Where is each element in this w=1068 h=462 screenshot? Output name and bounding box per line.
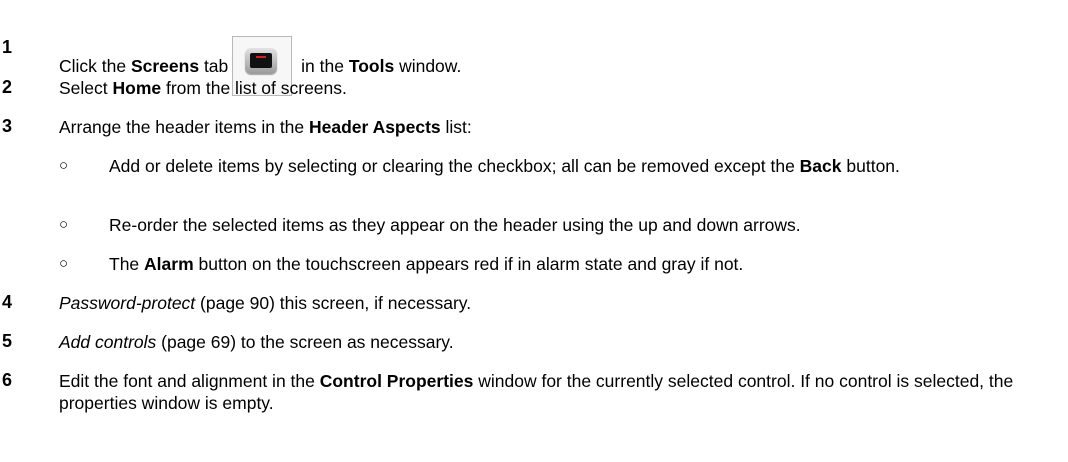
bullet-icon: ○ bbox=[59, 216, 69, 233]
ui-term: Screens bbox=[130, 56, 200, 76]
cross-reference-link[interactable]: Add controls bbox=[59, 332, 156, 352]
bullet-icon: ○ bbox=[59, 255, 69, 272]
bullet-text: Add or delete items by selecting or clea… bbox=[109, 156, 900, 176]
step-number: 6 bbox=[2, 370, 13, 390]
step-text: Select Home from the list of screens. bbox=[59, 78, 347, 98]
step-text: Add controls (page 69) to the screen as … bbox=[59, 332, 454, 352]
ui-term: Control Properties bbox=[319, 371, 474, 391]
step-number: 1 bbox=[2, 37, 13, 57]
step-text: Edit the font and alignment in the Contr… bbox=[59, 371, 1014, 413]
bullet-text: The Alarm button on the touchscreen appe… bbox=[109, 254, 744, 274]
step-text: Arrange the header items in the Header A… bbox=[59, 117, 472, 137]
step-number: 4 bbox=[2, 292, 13, 312]
ui-term: Back bbox=[799, 156, 842, 176]
step-text: Password-protect (page 90) this screen, … bbox=[59, 293, 472, 313]
step-number: 3 bbox=[2, 116, 13, 136]
ui-term: Tools bbox=[348, 56, 395, 76]
step-number: 2 bbox=[2, 77, 13, 97]
ui-term: Home bbox=[112, 78, 162, 98]
bullet-icon: ○ bbox=[59, 157, 69, 174]
bullet-text: Re-order the selected items as they appe… bbox=[109, 215, 801, 235]
ui-term: Header Aspects bbox=[309, 117, 441, 137]
step-number: 5 bbox=[2, 331, 13, 351]
ui-term: Alarm bbox=[144, 254, 194, 274]
cross-reference-link[interactable]: Password-protect bbox=[59, 293, 195, 313]
